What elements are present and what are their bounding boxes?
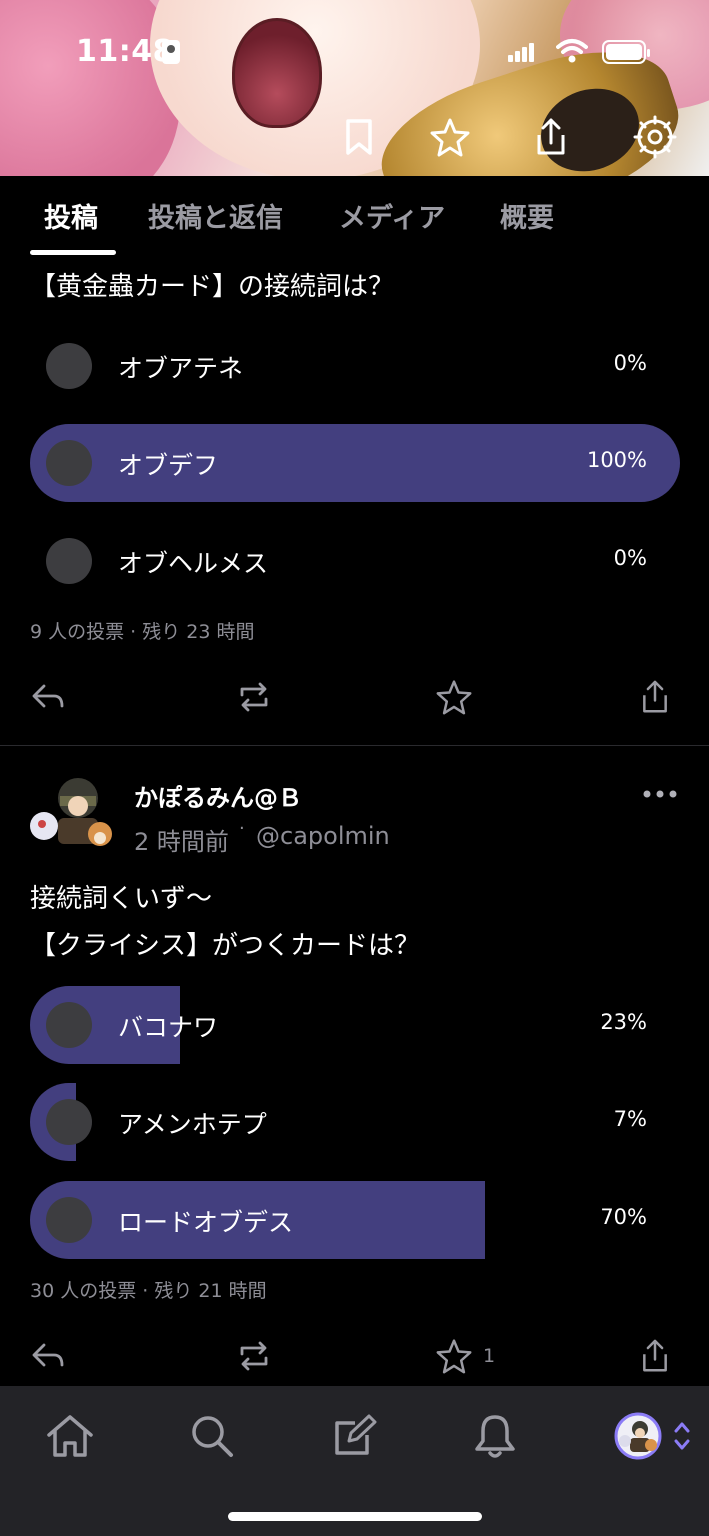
poll-option-dot	[46, 1002, 92, 1048]
avatar[interactable]	[28, 776, 114, 854]
reply-icon[interactable]	[26, 1334, 70, 1378]
poll-option-percent: 100%	[586, 448, 647, 472]
compose-icon[interactable]	[326, 1408, 382, 1464]
reply-icon[interactable]	[26, 675, 70, 719]
poll-option[interactable]: オブデフ 100%	[30, 424, 680, 502]
battery-icon	[602, 40, 650, 64]
poll-option-label: ロードオブデス	[118, 1208, 294, 1237]
post-text: 【黄金蟲カード】の接続詞は？	[30, 272, 395, 302]
poll-option[interactable]: オブアテネ 0%	[30, 327, 680, 405]
poll-option-dot	[46, 538, 92, 584]
poll-option-label: オブアテネ	[118, 354, 244, 383]
more-options-icon[interactable]	[638, 772, 682, 816]
post-time: 2 時間前	[134, 828, 229, 856]
poll-meta: 30 人の投票 · 残り 21 時間	[30, 1280, 267, 1302]
share-icon[interactable]	[633, 675, 677, 719]
poll-option-percent: 23%	[600, 1010, 647, 1034]
settings-icon[interactable]	[630, 112, 680, 162]
cellular-signal-icon	[508, 42, 536, 62]
share-icon[interactable]	[526, 112, 576, 162]
share-icon[interactable]	[633, 1334, 677, 1378]
tab-media[interactable]: メディア	[339, 196, 445, 235]
tab-posts[interactable]: 投稿	[44, 196, 98, 235]
contact-card-icon	[162, 40, 180, 64]
account-avatar[interactable]	[610, 1408, 666, 1464]
poll-option[interactable]: アメンホテプ 7%	[30, 1083, 680, 1161]
bottom-navigation	[0, 1386, 709, 1536]
poll-option-dot	[46, 1099, 92, 1145]
bookmark-icon[interactable]	[334, 112, 384, 162]
tab-about[interactable]: 概要	[500, 196, 554, 235]
poll-option-label: アメンホテプ	[118, 1110, 267, 1139]
post-text-line: 【クライシス】がつくカードは？	[30, 931, 421, 961]
poll-option[interactable]: バコナワ 23%	[30, 986, 680, 1064]
poll-option-dot	[46, 440, 92, 486]
poll-option-dot	[46, 343, 92, 389]
display-name[interactable]: かぽるみん@Ｂ	[134, 778, 302, 813]
star-icon[interactable]	[425, 112, 475, 162]
handle[interactable]: @capolmin	[256, 822, 390, 850]
poll-meta: 9 人の投票 · 残り 23 時間	[30, 621, 255, 643]
poll-option-percent: 0%	[613, 351, 647, 375]
poll-option-label: オブヘルメス	[118, 549, 269, 578]
poll-option-label: バコナワ	[118, 1013, 219, 1042]
wifi-icon	[556, 39, 588, 63]
account-switcher-icon[interactable]	[662, 1408, 702, 1464]
home-icon[interactable]	[42, 1408, 98, 1464]
like-icon[interactable]	[432, 675, 476, 719]
tab-posts-and-replies[interactable]: 投稿と返信	[148, 196, 283, 235]
poll-option-percent: 0%	[613, 546, 647, 570]
home-indicator	[228, 1512, 482, 1521]
repost-icon[interactable]	[232, 1334, 276, 1378]
like-count: 1	[483, 1345, 496, 1367]
poll-option-percent: 7%	[613, 1107, 647, 1131]
status-time: 11:48	[76, 34, 174, 69]
poll-option-label: オブデフ	[118, 451, 219, 480]
poll-option-percent: 70%	[600, 1205, 647, 1229]
separator-dot: ·	[239, 818, 245, 839]
poll-option-dot	[46, 1197, 92, 1243]
like-icon[interactable]	[432, 1334, 476, 1378]
post-divider	[0, 745, 709, 746]
profile-tabs: 投稿 投稿と返信 メディア 概要	[0, 176, 709, 258]
active-tab-indicator	[30, 250, 116, 255]
repost-icon[interactable]	[232, 675, 276, 719]
poll-option[interactable]: オブヘルメス 0%	[30, 522, 680, 600]
post-text-line: 接続詞くいず〜	[30, 884, 213, 914]
notifications-icon[interactable]	[467, 1408, 523, 1464]
poll-option[interactable]: ロードオブデス 70%	[30, 1181, 680, 1259]
search-icon[interactable]	[184, 1408, 240, 1464]
